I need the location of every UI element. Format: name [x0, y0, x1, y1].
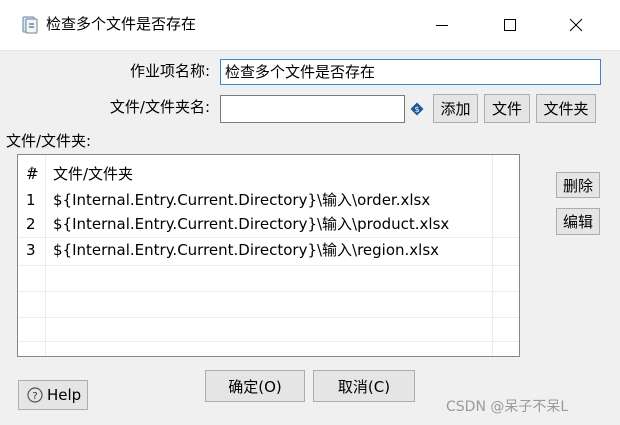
close-icon	[569, 18, 583, 32]
row-path: ${Internal.Entry.Current.Directory}\输入\o…	[53, 191, 431, 209]
column-divider	[45, 155, 46, 356]
row-path: ${Internal.Entry.Current.Directory}\输入\r…	[53, 241, 440, 259]
file-button[interactable]: 文件	[484, 94, 530, 123]
file-name-input[interactable]	[220, 95, 405, 123]
delete-button[interactable]: 删除	[556, 172, 600, 198]
row-line	[18, 237, 519, 238]
close-button[interactable]	[548, 0, 604, 50]
column-header-index[interactable]: #	[26, 163, 39, 185]
cancel-button[interactable]: 取消(C)	[313, 370, 415, 402]
title-bar: 检查多个文件是否存在	[0, 0, 620, 51]
row-line	[18, 317, 519, 318]
svg-text:?: ?	[32, 391, 37, 402]
files-section-label: 文件/文件夹:	[6, 132, 92, 150]
window-title: 检查多个文件是否存在	[46, 15, 197, 33]
maximize-button[interactable]	[482, 0, 538, 50]
column-divider	[492, 155, 493, 356]
dialog-window: 检查多个文件是否存在 作业项名称: 检查多个文件是否存在 文件/文件夹名: $	[0, 0, 620, 425]
job-name-input[interactable]: 检查多个文件是否存在	[220, 59, 601, 85]
row-line	[18, 265, 519, 266]
column-header-path[interactable]: 文件/文件夹	[53, 163, 133, 185]
edit-button[interactable]: 编辑	[556, 208, 600, 235]
watermark: CSDN @呆子不呆L	[446, 399, 569, 415]
maximize-icon	[504, 19, 516, 31]
row-index: 2	[26, 215, 36, 233]
ok-button[interactable]: 确定(O)	[205, 370, 305, 402]
question-circle-icon: ?	[27, 387, 43, 403]
help-button[interactable]: ? Help	[18, 380, 88, 410]
job-name-label: 作业项名称:	[129, 62, 210, 80]
svg-text:$: $	[414, 105, 419, 114]
minimize-button[interactable]	[414, 0, 470, 50]
row-line	[18, 291, 519, 292]
row-index: 1	[26, 191, 36, 209]
row-index: 3	[26, 241, 36, 259]
files-table[interactable]: # 文件/文件夹 1 ${Internal.Entry.Current.Dire…	[17, 154, 520, 357]
add-button[interactable]: 添加	[433, 94, 478, 123]
row-line	[18, 341, 519, 342]
app-icon	[20, 15, 40, 35]
minimize-icon	[436, 25, 448, 26]
row-path: ${Internal.Entry.Current.Directory}\输入\p…	[53, 215, 450, 233]
help-label: Help	[47, 386, 82, 404]
folder-button[interactable]: 文件夹	[536, 94, 596, 123]
variable-diamond-icon[interactable]: $	[410, 101, 424, 116]
file-name-label: 文件/文件夹名:	[109, 98, 210, 116]
